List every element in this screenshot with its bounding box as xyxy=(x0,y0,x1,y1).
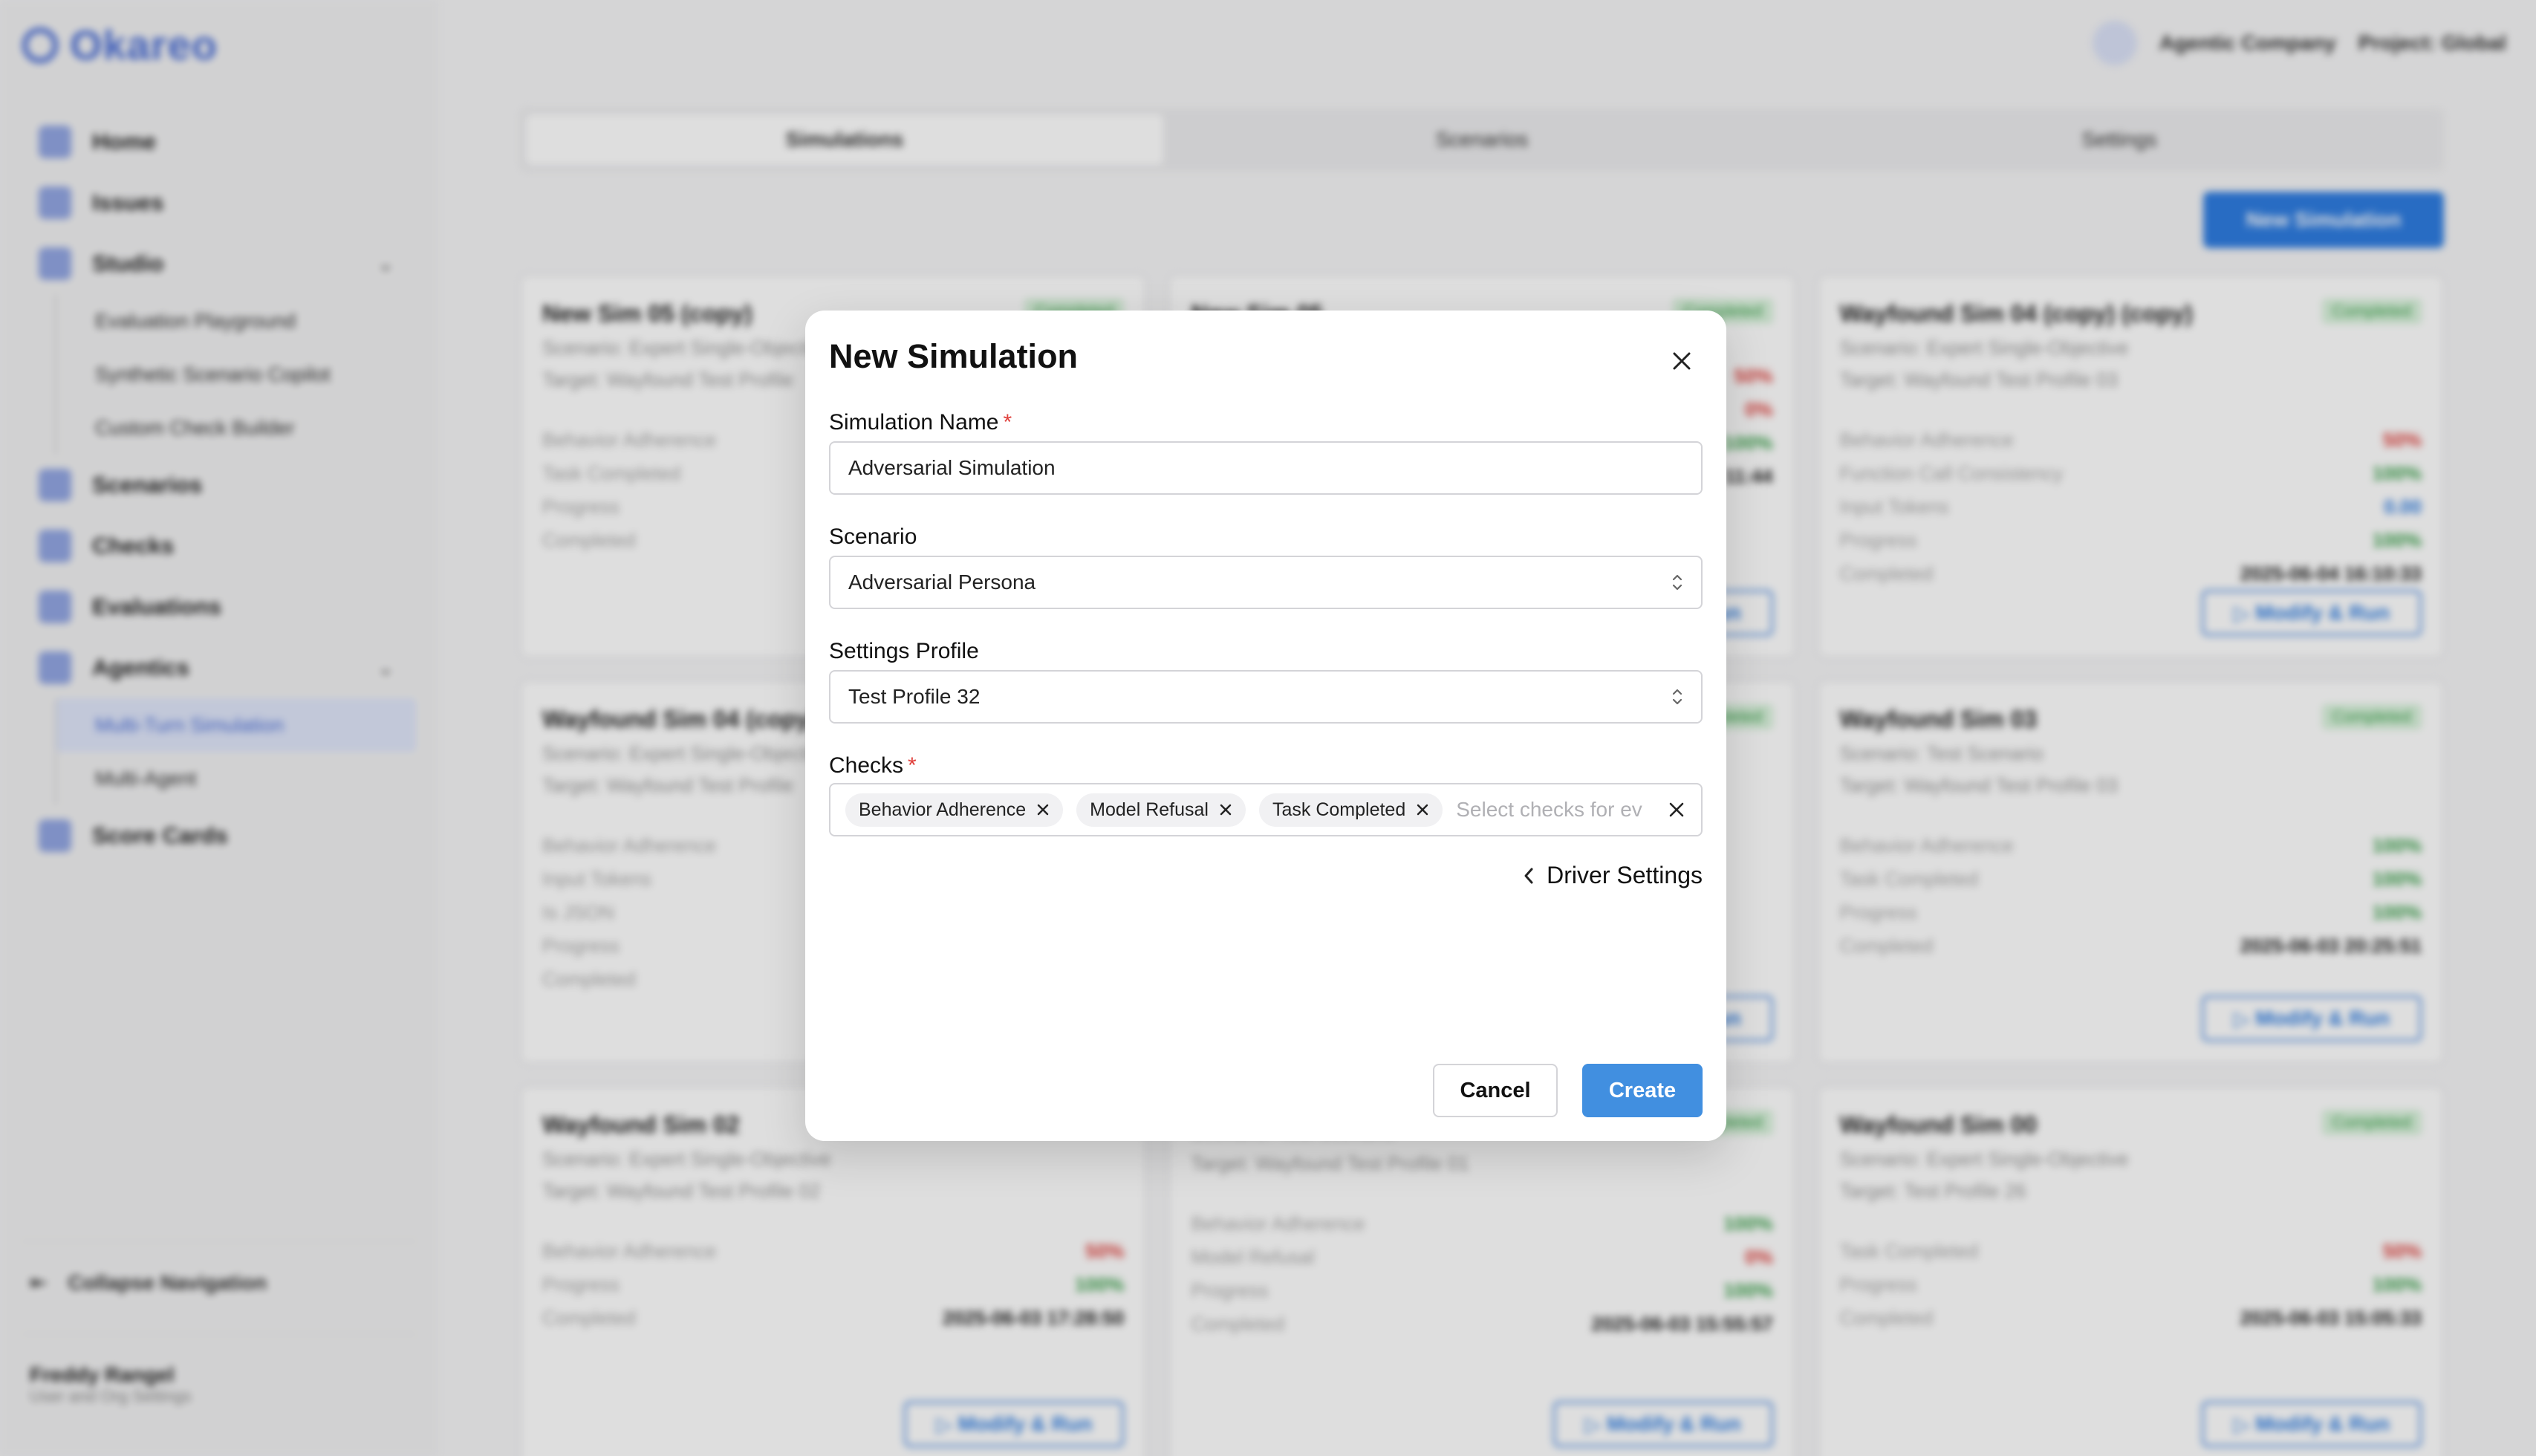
simulation-name-input[interactable] xyxy=(848,456,1683,480)
required-mark: * xyxy=(908,753,917,778)
settings-profile-label: Settings Profile xyxy=(829,639,979,663)
remove-tag-icon[interactable] xyxy=(1036,803,1050,816)
remove-tag-icon[interactable] xyxy=(1219,803,1232,816)
scenario-value: Adversarial Persona xyxy=(848,571,1036,594)
check-tag-behavior-adherence: Behavior Adherence xyxy=(845,793,1064,827)
new-simulation-dialog: New Simulation Simulation Name* Scenario… xyxy=(805,311,1726,1141)
checks-label: Checks * xyxy=(829,753,917,778)
checks-multiselect[interactable]: Behavior Adherence Model Refusal Task Co… xyxy=(829,783,1703,836)
simulation-name-label: Simulation Name * xyxy=(829,410,1012,435)
remove-tag-icon[interactable] xyxy=(1416,803,1429,816)
chevron-left-icon xyxy=(1524,868,1533,883)
driver-settings-label: Driver Settings xyxy=(1547,862,1703,888)
simulation-name-field[interactable] xyxy=(829,441,1703,495)
check-tag-model-refusal: Model Refusal xyxy=(1076,793,1246,827)
settings-profile-value: Test Profile 32 xyxy=(848,685,981,708)
check-tag-task-completed: Task Completed xyxy=(1258,793,1443,827)
tag-label: Behavior Adherence xyxy=(859,799,1027,820)
driver-settings-toggle[interactable]: Driver Settings xyxy=(1523,862,1703,889)
create-button[interactable]: Create xyxy=(1582,1064,1703,1117)
dialog-title: New Simulation xyxy=(829,337,1079,375)
chevron-up-down-icon xyxy=(1672,574,1682,591)
clear-all-icon[interactable] xyxy=(1668,802,1685,818)
tag-label: Model Refusal xyxy=(1090,799,1209,820)
settings-profile-select[interactable]: Test Profile 32 xyxy=(829,670,1703,724)
checks-search-input[interactable] xyxy=(1456,798,1656,822)
scenario-select[interactable]: Adversarial Persona xyxy=(829,556,1703,609)
close-button[interactable] xyxy=(1661,340,1703,382)
chevron-up-down-icon xyxy=(1672,689,1682,705)
tag-label: Task Completed xyxy=(1272,799,1406,820)
scenario-label: Scenario xyxy=(829,524,917,549)
cancel-button[interactable]: Cancel xyxy=(1433,1064,1558,1117)
required-mark: * xyxy=(1003,410,1012,435)
close-icon xyxy=(1673,352,1691,370)
